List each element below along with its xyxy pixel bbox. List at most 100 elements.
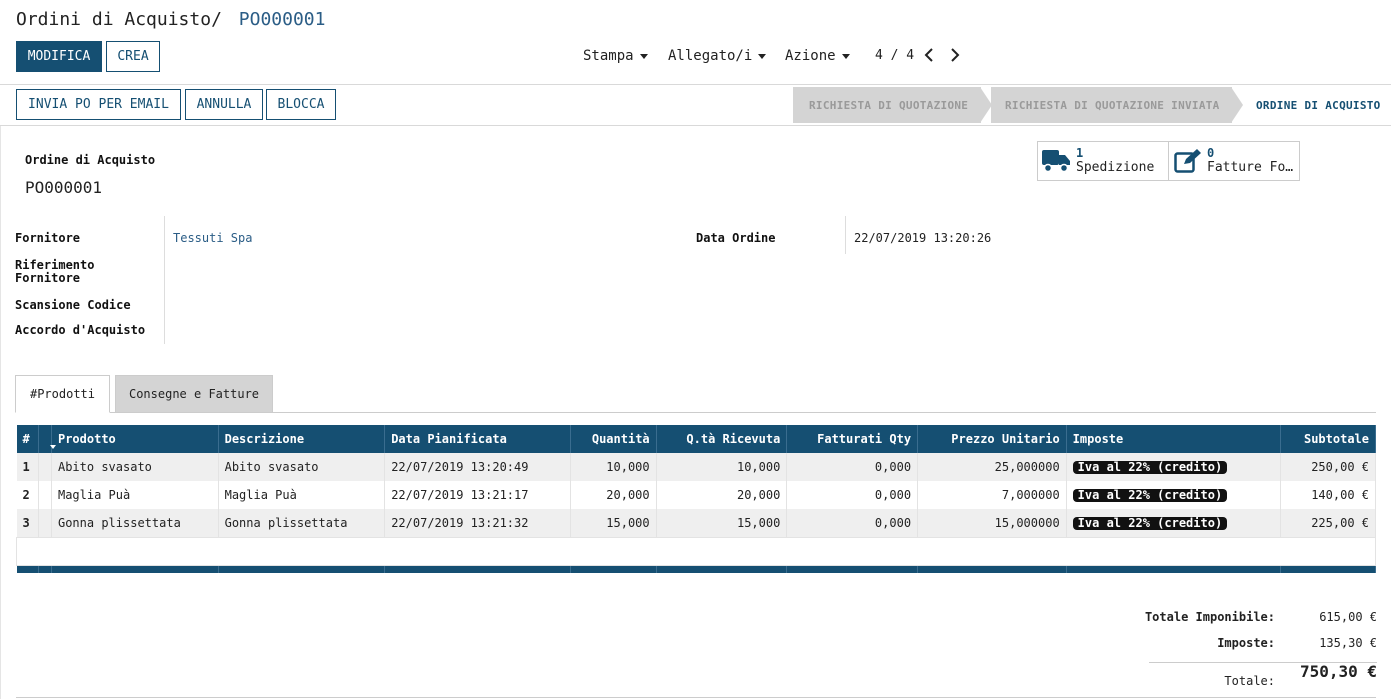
tab-products[interactable]: #Prodotti (15, 375, 110, 413)
row-product[interactable]: Maglia Puà (51, 481, 219, 509)
row-number: 2 (16, 481, 39, 509)
vendor-bills-count: 0 (1207, 146, 1215, 160)
create-button[interactable]: CREA (106, 41, 160, 72)
order-date-field[interactable]: 22/07/2019 13:20:26 (854, 231, 991, 245)
footer-cell (656, 565, 788, 573)
row-unit-price[interactable]: 7,000000 (917, 481, 1067, 509)
row-unit-price[interactable]: 15,000000 (917, 509, 1067, 537)
vendor-bills-label: Fatture Fo… (1207, 160, 1294, 175)
edit-button[interactable]: MODIFICA (16, 41, 102, 72)
send-po-email-button[interactable]: INVIA PO PER EMAIL (16, 89, 181, 120)
tax-tag: Iva al 22% (credito) (1072, 489, 1228, 502)
breadcrumb-current: PO000001 (238, 9, 326, 30)
table-row[interactable]: 3 Gonna plissettata Gonna plissettata 22… (16, 509, 1376, 537)
record-name: PO000001 (25, 178, 103, 197)
print-dropdown[interactable]: Stampa (583, 48, 648, 64)
row-unit-price[interactable]: 25,000000 (917, 453, 1067, 481)
tab-deliveries-invoices[interactable]: Consegne e Fatture (115, 375, 273, 413)
row-taxes[interactable]: Iva al 22% (credito) (1066, 509, 1282, 537)
stage-rfq-sent[interactable]: RICHIESTA DI QUOTAZIONE INVIATA (991, 87, 1232, 123)
col-header-received[interactable]: Q.tà Ricevuta (656, 425, 788, 453)
breadcrumb-root[interactable]: Ordini di Acquisto (16, 9, 211, 30)
stage-arrow-icon (1231, 87, 1243, 123)
col-header-scheduled-date[interactable]: Data Pianificata (384, 425, 571, 453)
field-divider (164, 216, 165, 344)
row-handle (38, 509, 52, 537)
table-row[interactable]: 2 Maglia Puà Maglia Puà 22/07/2019 13:21… (16, 481, 1376, 509)
order-date-label: Data Ordine (696, 231, 776, 245)
breadcrumb-separator: / (211, 9, 222, 30)
empty-cell (16, 536, 1376, 566)
cancel-button[interactable]: ANNULLA (185, 89, 263, 120)
row-number: 3 (16, 509, 39, 537)
row-handle (38, 453, 52, 481)
row-scheduled-date[interactable]: 22/07/2019 13:21:32 (384, 509, 571, 537)
purchase-agreement-label: Accordo d'Acquisto (15, 323, 146, 337)
vendor-field[interactable]: Tessuti Spa (173, 231, 252, 245)
caret-down-icon (639, 53, 648, 59)
row-product[interactable]: Gonna plissettata (51, 509, 219, 537)
footer-cell (51, 565, 219, 573)
breadcrumb: Ordini di Acquisto/ PO000001 (16, 9, 325, 30)
row-handle (38, 481, 52, 509)
row-scheduled-date[interactable]: 22/07/2019 13:20:49 (384, 453, 571, 481)
untaxed-amount-value: 615,00 € (1319, 610, 1377, 624)
col-header-taxes[interactable]: Imposte (1066, 425, 1282, 453)
order-lines-table: # Prodotto Descrizione Data Pianificata … (16, 425, 1376, 573)
stage-rfq[interactable]: RICHIESTA DI QUOTAZIONE (793, 87, 981, 123)
row-taxes[interactable]: Iva al 22% (credito) (1066, 481, 1282, 509)
row-received: 10,000 (656, 453, 788, 481)
row-quantity[interactable]: 20,000 (570, 481, 657, 509)
table-footer (16, 565, 1376, 573)
chevron-right-icon[interactable] (947, 46, 963, 64)
footer-cell (16, 565, 39, 573)
stage-rfq-label: RICHIESTA DI QUOTAZIONE (809, 98, 969, 112)
sheet-bottom-divider (16, 697, 1376, 698)
row-invoiced: 0,000 (786, 453, 919, 481)
row-description[interactable]: Maglia Puà (218, 481, 386, 509)
row-invoiced: 0,000 (786, 481, 919, 509)
caret-down-icon (758, 53, 767, 59)
row-description[interactable]: Gonna plissettata (218, 509, 386, 537)
col-header-product[interactable]: Prodotto (51, 425, 219, 453)
pager-value[interactable]: 4 / 4 (875, 48, 914, 63)
action-dropdown[interactable]: Azione (785, 48, 850, 64)
field-divider (845, 216, 846, 254)
footer-cell (218, 565, 386, 573)
total-value: 750,30 € (1299, 662, 1377, 681)
footer-cell (38, 565, 52, 573)
lock-button[interactable]: BLOCCA (266, 89, 336, 120)
stage-rfq-sent-label: RICHIESTA DI QUOTAZIONE INVIATA (1005, 98, 1220, 112)
col-header-unit-price[interactable]: Prezzo Unitario (917, 425, 1067, 453)
control-panel: Ordini di Acquisto/ PO000001 MODIFICA CR… (0, 0, 1391, 85)
attachments-dropdown[interactable]: Allegato/i (668, 48, 767, 64)
footer-cell (786, 565, 919, 573)
table-row[interactable]: 1 Abito svasato Abito svasato 22/07/2019… (16, 453, 1376, 481)
footer-cell (1066, 565, 1282, 573)
row-quantity[interactable]: 10,000 (570, 453, 657, 481)
attachments-label: Allegato/i (668, 48, 753, 64)
row-quantity[interactable]: 15,000 (570, 509, 657, 537)
taxes-label: Imposte: (1217, 636, 1275, 650)
row-taxes[interactable]: Iva al 22% (credito) (1066, 453, 1282, 481)
stage-purchase-order-label: ORDINE DI ACQUISTO (1256, 98, 1381, 112)
row-scheduled-date[interactable]: 22/07/2019 13:21:17 (384, 481, 571, 509)
barcode-scan-label: Scansione Codice (15, 298, 131, 312)
taxes-value: 135,30 € (1319, 636, 1377, 650)
col-header-description[interactable]: Descrizione (218, 425, 386, 453)
row-product[interactable]: Abito svasato (51, 453, 219, 481)
row-received: 15,000 (656, 509, 788, 537)
shipment-smart-button[interactable]: 1 Spedizione (1037, 141, 1169, 181)
chevron-left-icon[interactable] (921, 46, 937, 64)
col-header-invoiced[interactable]: Fatturati Qty (786, 425, 919, 453)
row-description[interactable]: Abito svasato (218, 453, 386, 481)
sort-caret-icon (50, 445, 56, 449)
col-header-quantity[interactable]: Quantità (570, 425, 657, 453)
vendor-reference-label: Riferimento Fornitore (15, 258, 95, 285)
vendor-bills-smart-button[interactable]: 0 Fatture Fo… (1168, 141, 1300, 181)
col-header-subtotal[interactable]: Subtotale (1280, 425, 1376, 453)
untaxed-amount-label: Totale Imponibile: (1144, 610, 1275, 624)
footer-cell (1280, 565, 1376, 573)
stage-purchase-order[interactable]: ORDINE DI ACQUISTO (1246, 87, 1390, 123)
footer-cell (570, 565, 657, 573)
